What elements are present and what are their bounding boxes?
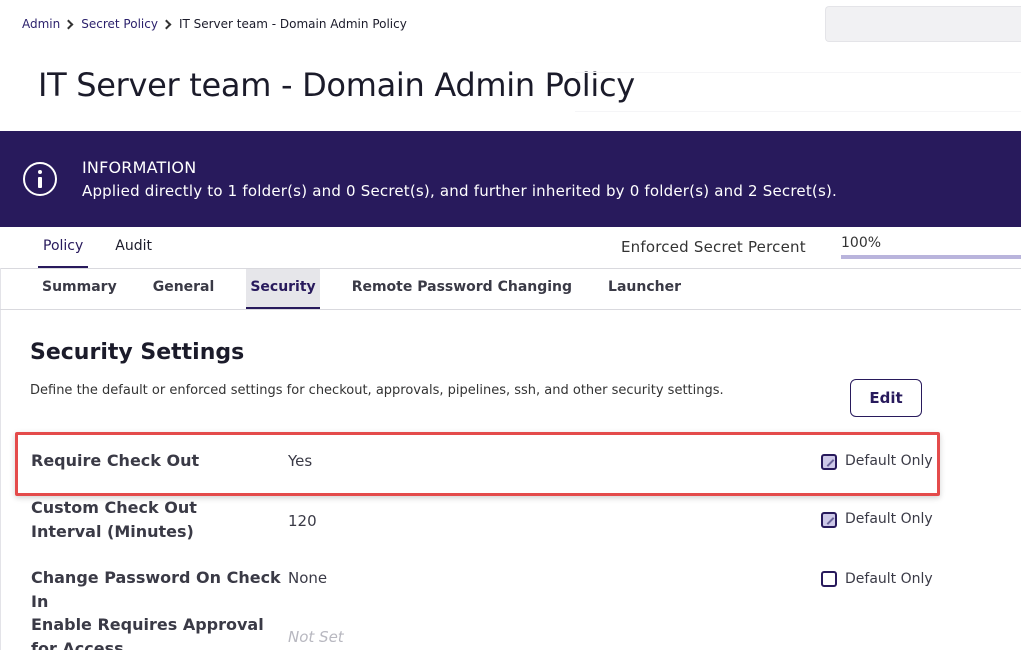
info-icon — [23, 162, 57, 196]
section-description: Define the default or enforced settings … — [30, 383, 724, 398]
policy-tabs: Policy Audit — [38, 228, 179, 268]
search-input[interactable] — [825, 6, 1021, 42]
banner-text: Applied directly to 1 folder(s) and 0 Se… — [82, 182, 837, 200]
enforced-secret-percent-value: 100% — [841, 235, 882, 251]
info-banner: INFORMATION Applied directly to 1 folder… — [0, 131, 1021, 227]
breadcrumb-secret-policy[interactable]: Secret Policy — [81, 17, 158, 31]
tab-summary[interactable]: Summary — [38, 269, 121, 309]
enforced-progress-bar — [841, 255, 1021, 259]
page-title: IT Server team - Domain Admin Policy — [38, 66, 635, 104]
chevron-right-icon — [161, 19, 172, 29]
default-only-label: Default Only — [845, 453, 933, 469]
enforced-secret-percent-label: Enforced Secret Percent — [621, 238, 806, 256]
sub-tabs: Summary General Security Remote Password… — [38, 269, 713, 309]
chevron-right-icon — [63, 19, 74, 29]
breadcrumb-admin[interactable]: Admin — [22, 17, 60, 31]
setting-label: Change Password On Check In — [31, 568, 281, 611]
setting-label: Custom Check Out Interval (Minutes) — [31, 498, 197, 541]
breadcrumb-current: IT Server team - Domain Admin Policy — [178, 17, 407, 31]
banner-title: INFORMATION — [82, 158, 197, 177]
divider — [0, 309, 1021, 310]
tab-general[interactable]: General — [149, 269, 219, 309]
section-title: Security Settings — [30, 340, 245, 365]
tab-policy[interactable]: Policy — [38, 228, 89, 268]
breadcrumb: Admin Secret Policy IT Server team - Dom… — [22, 17, 407, 31]
default-only-label: Default Only — [845, 571, 933, 587]
edit-button[interactable]: Edit — [850, 379, 922, 417]
setting-label: Enable Requires Approval for Access — [31, 615, 264, 650]
setting-label: Require Check Out — [31, 451, 200, 470]
default-only-label: Default Only — [845, 511, 933, 527]
tab-remote-password-changing[interactable]: Remote Password Changing — [348, 269, 576, 309]
setting-value: Yes — [288, 452, 313, 470]
setting-value: None — [288, 569, 328, 587]
setting-value: Not Set — [288, 628, 344, 646]
tab-security[interactable]: Security — [246, 269, 320, 309]
divider — [0, 268, 1, 650]
tab-audit[interactable]: Audit — [110, 228, 157, 268]
default-only-checkbox[interactable] — [821, 512, 837, 528]
title-input-area — [575, 72, 1021, 112]
setting-value: 120 — [288, 512, 317, 530]
default-only-checkbox[interactable] — [821, 571, 837, 587]
tab-launcher[interactable]: Launcher — [604, 269, 685, 309]
default-only-checkbox[interactable] — [821, 454, 837, 470]
